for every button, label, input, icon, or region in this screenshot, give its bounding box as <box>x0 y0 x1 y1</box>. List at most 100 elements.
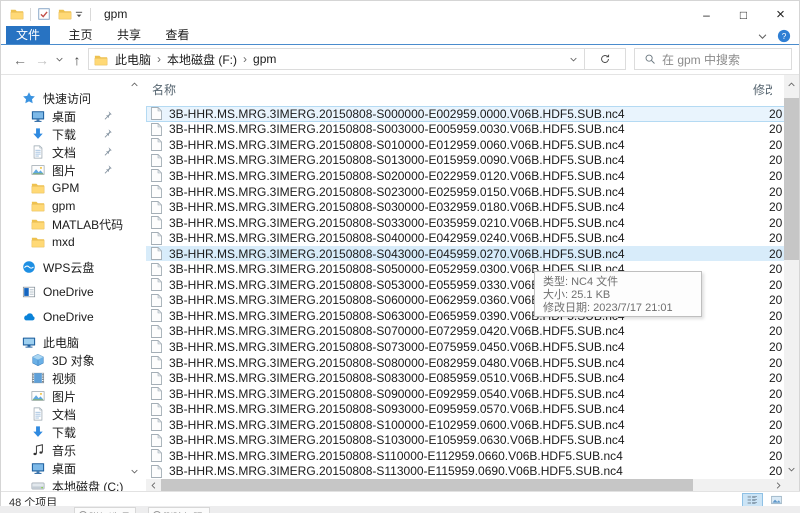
sidebar-item[interactable]: 下载 <box>1 125 145 143</box>
back-button[interactable]: ← <box>9 45 31 74</box>
divider <box>90 8 91 21</box>
file-row[interactable]: 3B-HHR.MS.MRG.3IMERG.20150808-S030000-E0… <box>146 199 786 215</box>
sidebar-item[interactable]: 本地磁盘 (C:) <box>1 477 145 491</box>
tab-home[interactable]: 主页 <box>58 26 102 44</box>
file-icon <box>151 169 162 182</box>
file-row[interactable]: 3B-HHR.MS.MRG.3IMERG.20150808-S090000-E0… <box>146 386 786 402</box>
file-row[interactable]: 3B-HHR.MS.MRG.3IMERG.20150808-S080000-E0… <box>146 355 786 371</box>
tab-view[interactable]: 查看 <box>155 26 199 44</box>
file-row[interactable]: 3B-HHR.MS.MRG.3IMERG.20150808-S103000-E1… <box>146 432 786 448</box>
sidebar-item[interactable]: 此电脑 <box>1 333 145 351</box>
sidebar-item[interactable]: 视频 <box>1 369 145 387</box>
tab-file[interactable]: 文件 <box>6 26 50 44</box>
sidebar-item-label: 文档 <box>52 406 76 423</box>
up-button[interactable]: ↑ <box>67 45 87 74</box>
sidebar-item[interactable]: 音乐 <box>1 441 145 459</box>
download-icon <box>31 127 45 141</box>
sidebar-item-label: 音乐 <box>52 442 76 459</box>
file-icon <box>151 434 162 447</box>
file-row[interactable]: 3B-HHR.MS.MRG.3IMERG.20150808-S000000-E0… <box>146 106 786 122</box>
file-row[interactable]: 3B-HHR.MS.MRG.3IMERG.20150808-S110000-E1… <box>146 448 786 464</box>
file-name: 3B-HHR.MS.MRG.3IMERG.20150808-S020000-E0… <box>169 169 769 183</box>
file-row[interactable]: 3B-HHR.MS.MRG.3IMERG.20150808-S040000-E0… <box>146 230 786 246</box>
desktop-icon <box>31 109 45 123</box>
status-bar: 48 个项目 <box>1 491 800 507</box>
details-view-button[interactable] <box>742 493 763 507</box>
file-icon <box>151 278 162 291</box>
file-row[interactable]: 3B-HHR.MS.MRG.3IMERG.20150808-S010000-E0… <box>146 137 786 153</box>
scroll-down-icon[interactable] <box>785 463 798 476</box>
file-row[interactable]: 3B-HHR.MS.MRG.3IMERG.20150808-S013000-E0… <box>146 153 786 169</box>
sidebar-item[interactable]: WPS云盘 <box>1 258 145 276</box>
help-icon[interactable]: ? <box>777 29 791 43</box>
sidebar-item[interactable]: 快速访问 <box>1 89 145 107</box>
file-row[interactable]: 3B-HHR.MS.MRG.3IMERG.20150808-S083000-E0… <box>146 370 786 386</box>
breadcrumb-item[interactable]: 此电脑 <box>112 51 154 68</box>
folder-icon <box>31 235 45 249</box>
address-folder-icon <box>94 53 108 66</box>
search-box[interactable]: 在 gpm 中搜索 <box>634 48 792 70</box>
sidebar-item[interactable]: 文档 <box>1 405 145 423</box>
pin-icon <box>102 164 113 175</box>
tab-share[interactable]: 共享 <box>107 26 151 44</box>
video-icon <box>31 371 45 385</box>
file-icon <box>151 340 162 353</box>
vertical-scrollbar[interactable] <box>784 75 799 479</box>
address-bar[interactable]: 此电脑›本地磁盘 (F:)›gpm <box>88 48 585 70</box>
vertical-scrollbar-thumb[interactable] <box>784 98 799 260</box>
sidebar-item[interactable]: 桌面 <box>1 459 145 477</box>
file-row[interactable]: 3B-HHR.MS.MRG.3IMERG.20150808-S003000-E0… <box>146 122 786 138</box>
maximize-button[interactable]: □ <box>725 1 762 28</box>
sidebar-item[interactable]: gpm <box>1 197 145 215</box>
file-icon <box>151 185 162 198</box>
sidebar-item[interactable]: MATLAB代码 <box>1 215 145 233</box>
cube-icon <box>31 353 45 367</box>
sidebar-item[interactable]: mxd <box>1 233 145 251</box>
sidebar-item-label: 3D 对象 <box>52 352 95 369</box>
sidebar-scroll-up-icon[interactable] <box>130 80 142 90</box>
breadcrumb-item[interactable]: gpm <box>250 52 279 66</box>
sidebar-item[interactable]: 3D 对象 <box>1 351 145 369</box>
sidebar-item[interactable]: 图片 <box>1 387 145 405</box>
sidebar-item[interactable]: GPM <box>1 179 145 197</box>
qat-new-folder-icon[interactable] <box>58 7 72 21</box>
sidebar-item-label: OneDrive <box>43 310 94 324</box>
thumbnail-view-button[interactable] <box>766 493 787 507</box>
column-header-name[interactable]: 名称 <box>152 75 176 106</box>
tooltip-modified: 修改日期: 2023/7/17 21:01 <box>543 302 693 315</box>
column-header-modified[interactable]: 修改日期 <box>753 75 772 106</box>
sidebar-item[interactable]: 桌面 <box>1 107 145 125</box>
file-row[interactable]: 3B-HHR.MS.MRG.3IMERG.20150808-S113000-E1… <box>146 464 786 479</box>
sidebar-item[interactable]: OneDrive <box>1 308 145 326</box>
qat-customize-icon[interactable] <box>74 9 84 19</box>
sidebar-scroll-down-icon[interactable] <box>130 467 142 477</box>
scroll-left-icon[interactable] <box>147 480 160 491</box>
file-row[interactable]: 3B-HHR.MS.MRG.3IMERG.20150808-S070000-E0… <box>146 324 786 340</box>
column-headers: 名称 修改日期 <box>146 75 786 106</box>
recent-locations-icon[interactable] <box>52 45 66 74</box>
file-row[interactable]: 3B-HHR.MS.MRG.3IMERG.20150808-S043000-E0… <box>146 246 786 262</box>
refresh-button[interactable] <box>584 48 626 70</box>
breadcrumb-item[interactable]: 本地磁盘 (F:) <box>164 51 240 68</box>
file-icon <box>151 263 162 276</box>
file-row[interactable]: 3B-HHR.MS.MRG.3IMERG.20150808-S020000-E0… <box>146 168 786 184</box>
minimize-button[interactable]: – <box>688 1 725 28</box>
sidebar-item[interactable]: OneDrive <box>1 283 145 301</box>
file-row[interactable]: 3B-HHR.MS.MRG.3IMERG.20150808-S023000-E0… <box>146 184 786 200</box>
file-row[interactable]: 3B-HHR.MS.MRG.3IMERG.20150808-S100000-E1… <box>146 417 786 433</box>
sidebar-item[interactable]: 文档 <box>1 143 145 161</box>
file-row[interactable]: 3B-HHR.MS.MRG.3IMERG.20150808-S073000-E0… <box>146 339 786 355</box>
address-dropdown-icon[interactable] <box>562 55 584 64</box>
background-option-fragment: 删除权限 <box>148 507 210 513</box>
sidebar-item[interactable]: 下载 <box>1 423 145 441</box>
qat-properties-icon[interactable] <box>37 7 51 21</box>
close-button[interactable]: × <box>762 1 799 28</box>
file-icon <box>151 465 162 478</box>
ribbon-expand-icon[interactable] <box>757 31 768 42</box>
file-row[interactable]: 3B-HHR.MS.MRG.3IMERG.20150808-S033000-E0… <box>146 215 786 231</box>
svg-text:?: ? <box>782 31 787 41</box>
scroll-up-icon[interactable] <box>785 78 798 91</box>
refresh-icon <box>599 53 611 65</box>
sidebar-item[interactable]: 图片 <box>1 161 145 179</box>
file-row[interactable]: 3B-HHR.MS.MRG.3IMERG.20150808-S093000-E0… <box>146 401 786 417</box>
